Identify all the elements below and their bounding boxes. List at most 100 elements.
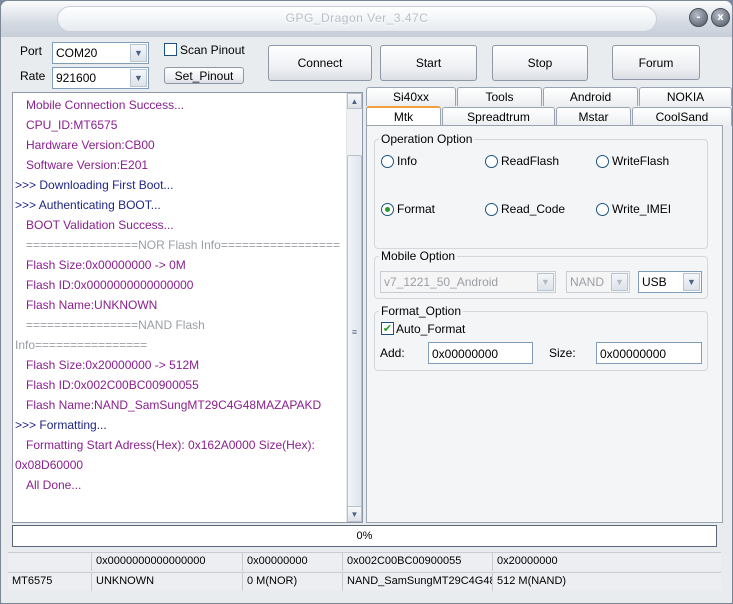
status-cell: 512 M(NAND) <box>497 575 567 587</box>
chevron-down-icon[interactable]: ▼ <box>537 273 554 291</box>
model-value: v7_1221_50_Android <box>384 275 499 289</box>
memory-select[interactable]: NAND ▼ <box>566 271 630 293</box>
port-select[interactable]: COM20 ▼ <box>52 42 149 64</box>
format-option-title: Format_Option <box>379 304 464 318</box>
window-title: GPG_Dragon Ver_3.47C <box>285 11 429 25</box>
title-bar: GPG_Dragon Ver_3.47C - x <box>1 1 732 37</box>
size-input[interactable]: 0x00000000 <box>596 342 702 364</box>
status-row-1: 0x0000000000000000 0x00000000 0x002C00BC… <box>8 552 721 571</box>
app-window: GPG_Dragon Ver_3.47C - x Port COM20 ▼ Ra… <box>0 0 733 604</box>
mobile-option-title: Mobile Option <box>379 249 458 263</box>
chevron-down-icon[interactable]: ▼ <box>611 273 628 291</box>
status-cell: 0x20000000 <box>497 555 558 567</box>
log-line: CPU_ID:MT6575 <box>26 118 118 132</box>
rate-label: Rate <box>20 69 46 83</box>
scroll-down-icon[interactable]: ▼ <box>347 506 362 522</box>
port-value: COM20 <box>56 46 98 60</box>
status-cell: 0x002C00BC00900055 <box>343 553 493 571</box>
status-cell: 0x0000000000000000 <box>92 553 243 571</box>
scroll-up-icon[interactable]: ▲ <box>347 93 362 109</box>
log-line: 0x08D60000 <box>15 458 84 472</box>
close-button[interactable]: x <box>711 8 730 27</box>
log-line: Flash Size:0x20000000 -> 512M <box>26 358 200 372</box>
progress-text: 0% <box>356 530 373 542</box>
scroll-thumb[interactable]: ≡ <box>347 155 362 509</box>
status-cell: 0 M(NOR) <box>243 573 343 591</box>
status-cell: MT6575 <box>8 573 92 591</box>
radio-format-label: Format <box>397 202 436 216</box>
log-line: >>> Downloading First Boot... <box>15 178 174 192</box>
scan-pinout-checkbox[interactable] <box>164 43 177 56</box>
add-label: Add: <box>380 346 405 360</box>
rate-value: 921600 <box>56 71 97 85</box>
log-panel[interactable]: Mobile Connection Success... CPU_ID:MT657… <box>12 92 363 523</box>
log-scrollbar[interactable]: ▲ ≡ ▼ <box>346 93 362 522</box>
status-cell <box>8 553 92 571</box>
log-line: Software Version:E201 <box>26 158 149 172</box>
radio-writeflash-label: WriteFlash <box>612 154 670 168</box>
log-line: ================NOR Flash Info==========… <box>26 238 340 252</box>
mtk-tab-panel: Operation Option Info ReadFlash WriteFla… <box>366 125 723 523</box>
tab-mstar[interactable]: Mstar <box>556 107 631 126</box>
log-line: >>> Authenticating BOOT... <box>15 198 161 212</box>
log-line: Flash ID:0x0000000000000000 <box>26 278 194 292</box>
chevron-down-icon[interactable]: ▼ <box>130 44 147 62</box>
format-option-group: Format_Option ✔ Auto_Format Add: 0x00000… <box>374 304 708 371</box>
log-line: >>> Formatting... <box>15 418 107 432</box>
port-label: Port <box>20 44 43 58</box>
chevron-down-icon[interactable]: ▼ <box>683 273 700 291</box>
radio-info[interactable] <box>381 155 394 168</box>
radio-writeflash[interactable] <box>596 155 609 168</box>
tab-coolsand[interactable]: CoolSand <box>632 107 732 126</box>
radio-read-code-label: Read_Code <box>501 202 566 216</box>
log-line: BOOT Validation Success... <box>26 218 174 232</box>
tab-si40xx[interactable]: Si40xx <box>366 87 456 106</box>
log-line: Flash Name:NAND_SamSungMT29C4G48MAZAPAKD <box>26 398 322 412</box>
radio-write-imei[interactable] <box>596 203 609 216</box>
radio-read-code[interactable] <box>485 203 498 216</box>
auto-format-checkbox[interactable]: ✔ <box>381 322 394 335</box>
radio-format[interactable] <box>381 203 394 216</box>
log-line: Mobile Connection Success... <box>26 98 185 112</box>
radio-info-label: Info <box>397 154 418 168</box>
chevron-down-icon[interactable]: ▼ <box>130 69 147 87</box>
forum-button[interactable]: Forum <box>612 45 700 80</box>
status-row-2: MT6575 UNKNOWN 0 M(NOR) NAND_SamSungMT29… <box>8 572 721 591</box>
rate-select[interactable]: 921600 ▼ <box>52 67 149 89</box>
scan-pinout-label: Scan Pinout <box>180 43 245 57</box>
size-label: Size: <box>549 346 576 360</box>
log-line: Flash ID:0x002C00BC00900055 <box>26 378 199 392</box>
tab-tools[interactable]: Tools <box>457 87 542 106</box>
tab-spreadtrum[interactable]: Spreadtrum <box>442 107 555 126</box>
interface-select[interactable]: USB ▼ <box>638 271 702 293</box>
status-cell: NAND_SamSungMT29C4G48MA <box>343 573 493 591</box>
auto-format-label: Auto_Format <box>396 322 466 336</box>
log-line: Info================ <box>15 338 148 352</box>
operation-option-title: Operation Option <box>379 132 475 146</box>
log-line: Formatting Start Adress(Hex): 0x162A0000… <box>26 438 315 452</box>
tab-android[interactable]: Android <box>543 87 638 106</box>
memory-value: NAND <box>570 275 605 289</box>
log-line: Hardware Version:CB00 <box>26 138 155 152</box>
status-cell: UNKNOWN <box>92 573 243 591</box>
minimize-button[interactable]: - <box>689 8 708 27</box>
log-line: ================NAND Flash <box>26 318 205 332</box>
set-pinout-button[interactable]: Set_Pinout <box>164 67 244 84</box>
operation-option-group: Operation Option Info ReadFlash WriteFla… <box>374 132 708 249</box>
interface-value: USB <box>642 275 667 289</box>
radio-write-imei-label: Write_IMEI <box>612 202 672 216</box>
progress-bar: 0% <box>12 525 717 547</box>
log-line: Flash Size:0x00000000 -> 0M <box>26 258 186 272</box>
tab-mtk[interactable]: Mtk <box>366 106 441 126</box>
status-cell: 0x00000000 <box>243 553 343 571</box>
log-line: All Done... <box>26 478 82 492</box>
start-button[interactable]: Start <box>380 45 477 81</box>
stop-button[interactable]: Stop <box>492 45 588 81</box>
tab-nokia[interactable]: NOKIA <box>639 87 732 106</box>
radio-readflash-label: ReadFlash <box>501 154 560 168</box>
connect-button[interactable]: Connect <box>268 45 372 81</box>
radio-readflash[interactable] <box>485 155 498 168</box>
add-input[interactable]: 0x00000000 <box>428 342 533 364</box>
model-select[interactable]: v7_1221_50_Android ▼ <box>380 271 556 293</box>
mobile-option-group: Mobile Option v7_1221_50_Android ▼ NAND … <box>374 249 708 299</box>
